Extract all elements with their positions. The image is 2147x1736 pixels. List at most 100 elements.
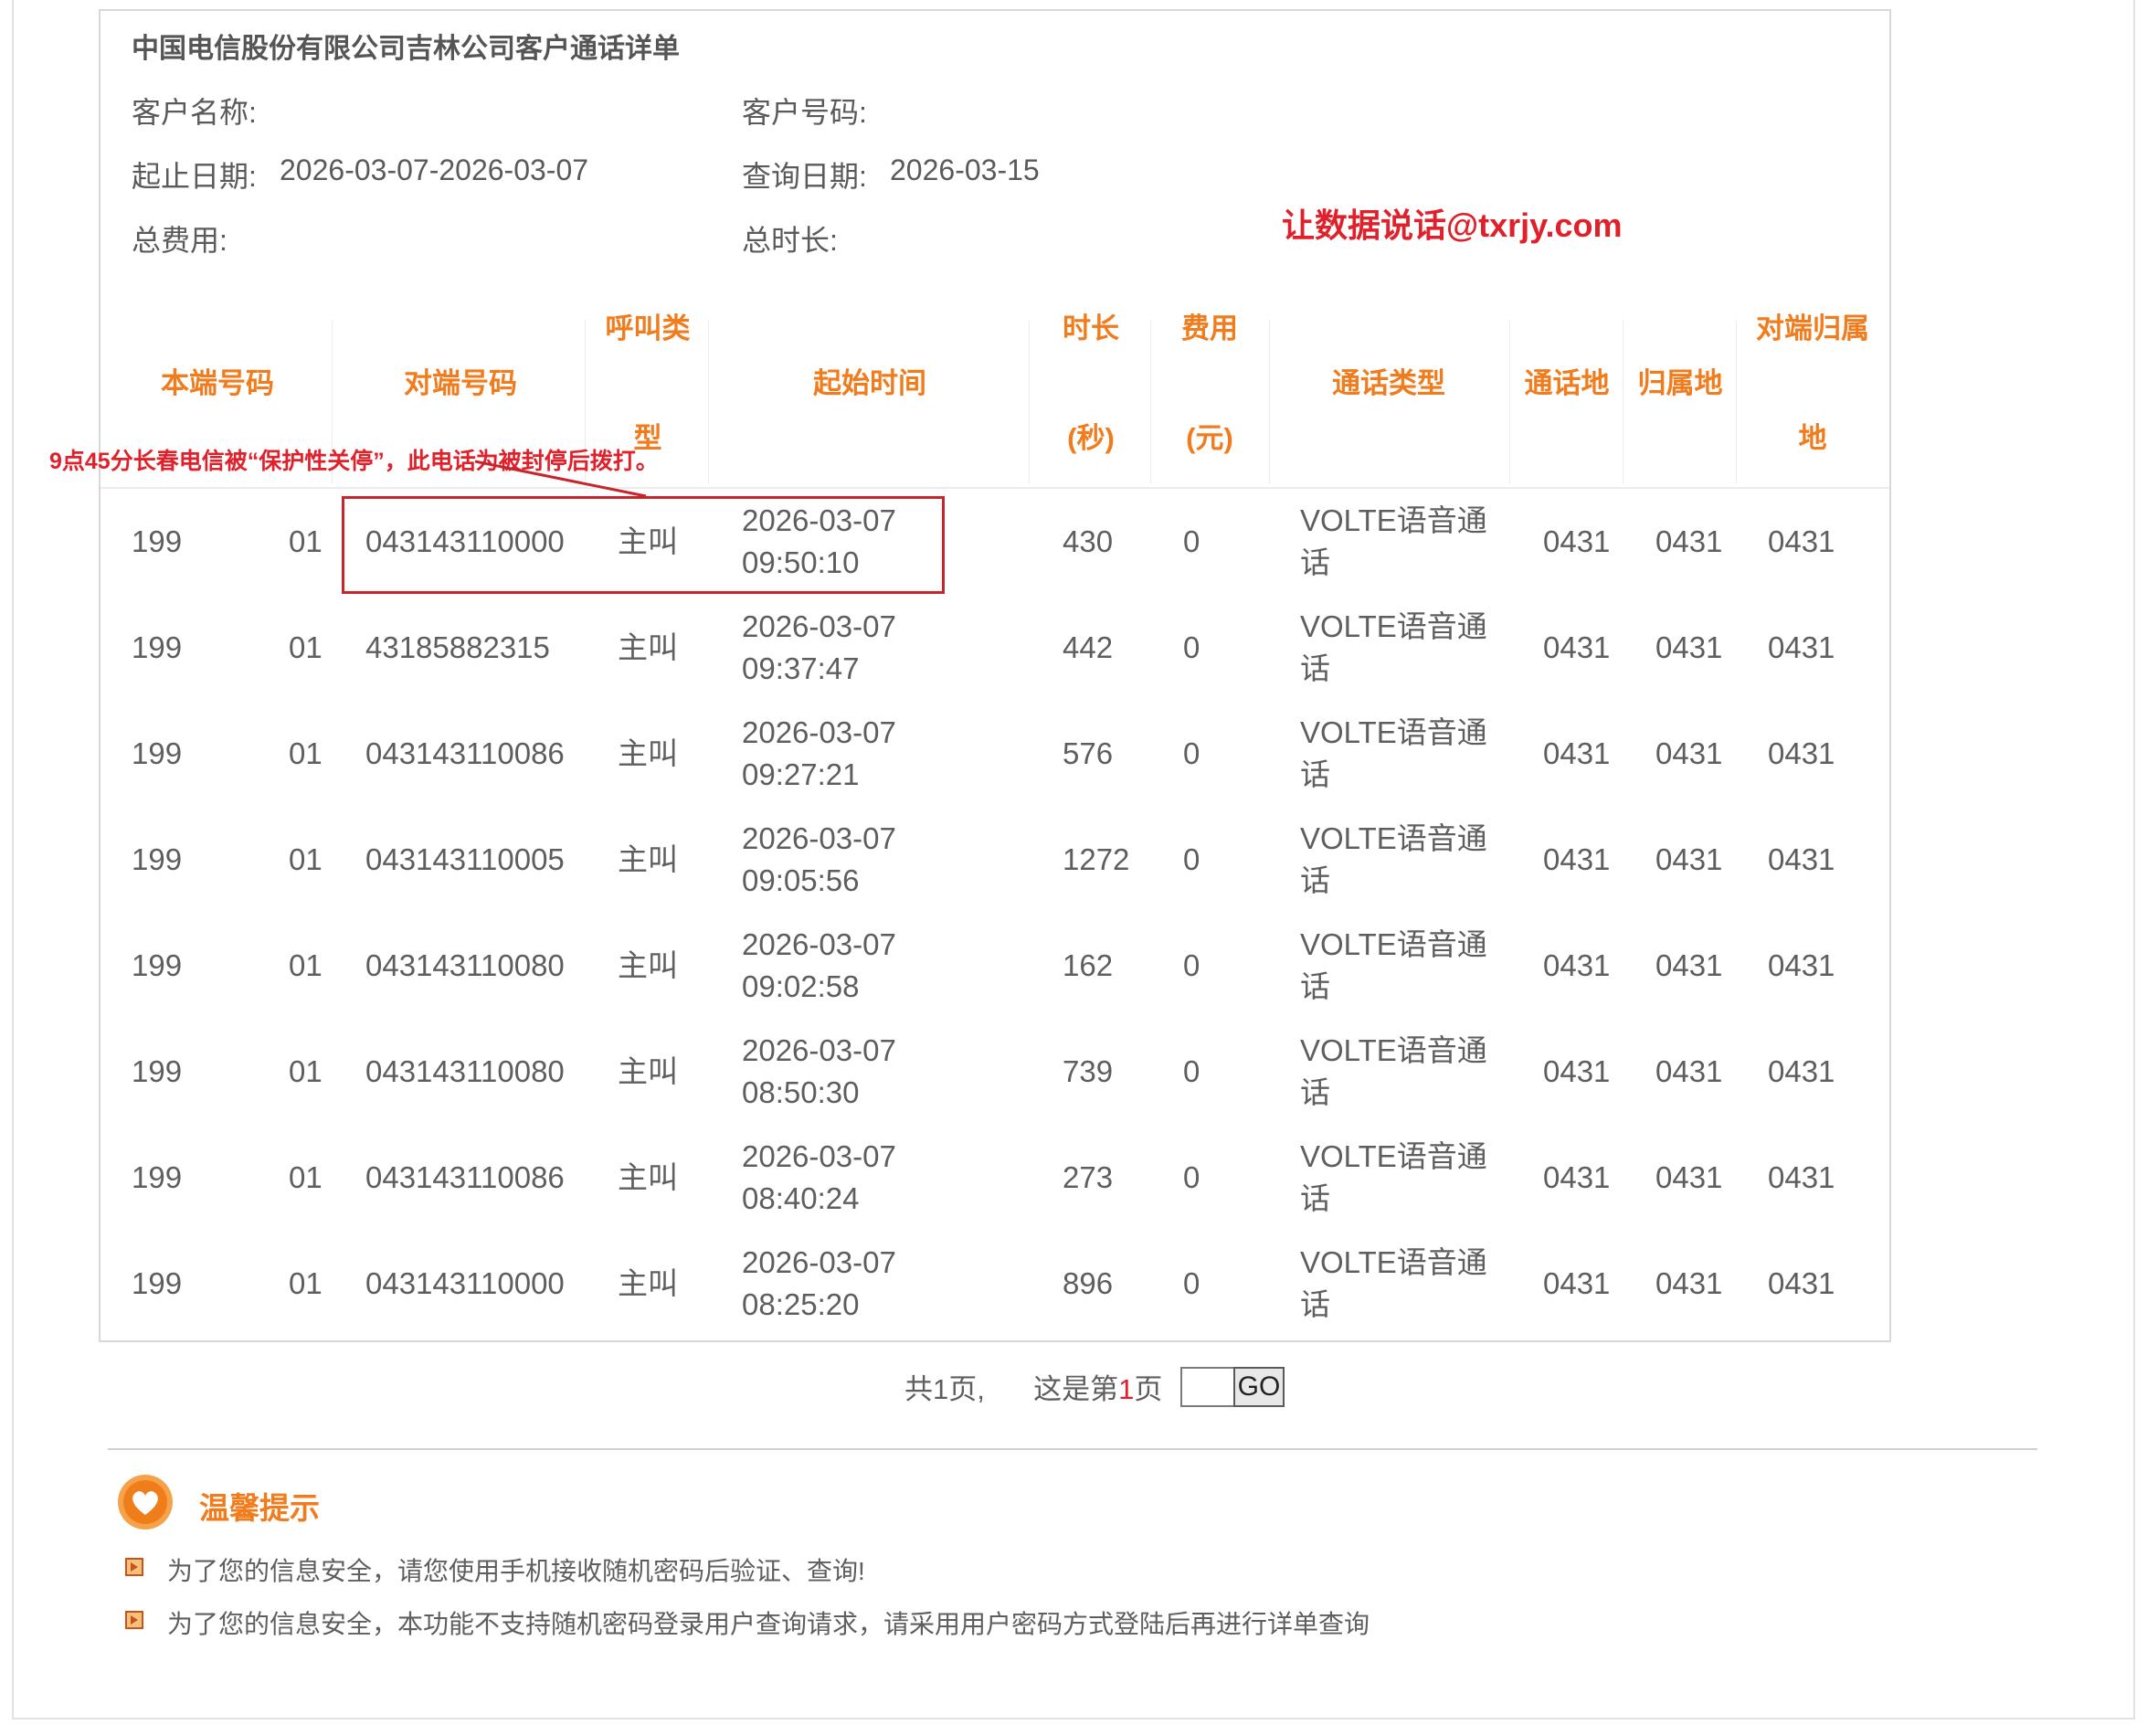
call-category: VOLTE语音通 xyxy=(1300,1139,1487,1173)
call-category-cont: 话 xyxy=(1300,545,1330,579)
table-row: 199 01 043143110005 主叫 2026-03-07 09:05:… xyxy=(0,807,2147,913)
page-number-input[interactable] xyxy=(1180,1367,1233,1407)
table-row: 199 01 043143110080 主叫 2026-03-07 09:02:… xyxy=(0,913,2147,1019)
column-divider xyxy=(1029,320,1030,484)
home-location: 0431 xyxy=(1655,736,1723,770)
call-type: 主叫 xyxy=(618,1160,678,1194)
peer-number: 43185882315 xyxy=(365,630,550,664)
start-time: 08:25:20 xyxy=(742,1287,860,1321)
call-category-cont: 话 xyxy=(1300,1287,1330,1321)
home-location: 0431 xyxy=(1655,630,1723,664)
col-header-start-time: 起始时间 xyxy=(813,367,926,399)
local-number-prefix: 199 xyxy=(132,1266,183,1300)
call-category: VOLTE语音通 xyxy=(1300,715,1487,749)
local-number-suffix: 01 xyxy=(289,524,323,558)
local-number-suffix: 01 xyxy=(289,948,323,982)
start-date: 2026-03-07 xyxy=(742,927,896,961)
call-type: 主叫 xyxy=(618,948,678,982)
table-row: 199 01 043143110086 主叫 2026-03-07 08:40:… xyxy=(0,1125,2147,1231)
fee: 0 xyxy=(1183,524,1200,558)
duration: 273 xyxy=(1063,1160,1114,1194)
local-number-prefix: 199 xyxy=(132,1160,183,1194)
duration: 896 xyxy=(1063,1266,1114,1300)
call-location: 0431 xyxy=(1543,842,1611,876)
pager-current-suffix: 页 xyxy=(1134,1373,1163,1405)
annotation-note: 9点45分长春电信被“保护性关停”，此电话为被封停后拨打。 xyxy=(49,449,659,474)
column-divider xyxy=(1269,320,1270,484)
local-number-prefix: 199 xyxy=(132,524,183,558)
col-header-peer-home-cont: 地 xyxy=(1798,422,1827,454)
local-number-prefix: 199 xyxy=(132,842,183,876)
start-time: 09:27:21 xyxy=(742,757,860,791)
duration: 162 xyxy=(1063,948,1114,982)
fee: 0 xyxy=(1183,842,1200,876)
duration: 430 xyxy=(1063,524,1114,558)
col-header-local-number: 本端号码 xyxy=(161,367,274,399)
query-date-label: 查询日期: xyxy=(742,160,867,193)
home-location: 0431 xyxy=(1655,1054,1723,1088)
home-location: 0431 xyxy=(1655,1266,1723,1300)
table-row: 199 01 043143110086 主叫 2026-03-07 09:27:… xyxy=(0,701,2147,807)
fee: 0 xyxy=(1183,630,1200,664)
table-row: 199 01 043143110080 主叫 2026-03-07 08:50:… xyxy=(0,1019,2147,1125)
start-date: 2026-03-07 xyxy=(742,715,896,749)
section-divider xyxy=(108,1448,2037,1450)
call-category: VOLTE语音通 xyxy=(1300,609,1487,643)
local-number-suffix: 01 xyxy=(289,1160,323,1194)
customer-number-label: 客户号码: xyxy=(742,96,867,129)
table-row: 199 01 043143110000 主叫 2026-03-07 08:25:… xyxy=(0,1231,2147,1337)
start-time: 09:05:56 xyxy=(742,863,860,897)
start-date: 2026-03-07 xyxy=(742,1245,896,1279)
heart-icon xyxy=(118,1475,173,1530)
home-location: 0431 xyxy=(1655,524,1723,558)
date-range-label: 起止日期: xyxy=(132,160,257,193)
call-location: 0431 xyxy=(1543,524,1611,558)
annotation-highlight-box xyxy=(342,496,945,594)
col-header-fee: 费用 xyxy=(1181,312,1238,344)
col-header-duration-unit: (秒) xyxy=(1067,422,1115,454)
start-time: 09:37:47 xyxy=(742,651,860,685)
column-divider xyxy=(1150,320,1151,484)
peer-number: 043143110080 xyxy=(365,948,565,982)
call-category-cont: 话 xyxy=(1300,863,1330,897)
start-time: 08:50:30 xyxy=(742,1075,860,1109)
local-number-suffix: 01 xyxy=(289,630,323,664)
column-divider xyxy=(1736,320,1737,484)
call-type: 主叫 xyxy=(618,842,678,876)
fee: 0 xyxy=(1183,948,1200,982)
date-range-value: 2026-03-07-2026-03-07 xyxy=(280,153,589,186)
total-fee-label: 总费用: xyxy=(132,224,227,257)
start-date: 2026-03-07 xyxy=(742,609,896,643)
duration: 1272 xyxy=(1063,842,1130,876)
col-header-peer-number: 对端号码 xyxy=(404,367,517,399)
bill-title: 中国电信股份有限公司吉林公司客户通话详单 xyxy=(132,34,680,64)
tips-title: 温馨提示 xyxy=(199,1491,320,1525)
call-category: VOLTE语音通 xyxy=(1300,503,1487,537)
call-location: 0431 xyxy=(1543,736,1611,770)
tip-text: 为了您的信息安全，请您使用手机接收随机密码后验证、查询! xyxy=(167,1557,865,1585)
col-header-home-location: 归属地 xyxy=(1637,367,1723,399)
local-number-suffix: 01 xyxy=(289,1266,323,1300)
call-type: 主叫 xyxy=(618,736,678,770)
peer-home-location: 0431 xyxy=(1768,842,1835,876)
peer-home-location: 0431 xyxy=(1768,1160,1835,1194)
call-location: 0431 xyxy=(1543,1160,1611,1194)
go-button[interactable]: GO xyxy=(1233,1367,1285,1407)
column-divider xyxy=(1509,320,1510,484)
call-type: 主叫 xyxy=(618,1266,678,1300)
local-number-prefix: 199 xyxy=(132,736,183,770)
peer-number: 043143110080 xyxy=(365,1054,565,1088)
peer-number: 043143110086 xyxy=(365,736,565,770)
local-number-prefix: 199 xyxy=(132,1054,183,1088)
home-location: 0431 xyxy=(1655,842,1723,876)
call-category: VOLTE语音通 xyxy=(1300,1245,1487,1279)
call-type: 主叫 xyxy=(618,630,678,664)
local-number-prefix: 199 xyxy=(132,630,183,664)
local-number-suffix: 01 xyxy=(289,736,323,770)
col-header-call-location: 通话地 xyxy=(1524,367,1610,399)
customer-name-label: 客户名称: xyxy=(132,96,257,129)
query-date-value: 2026-03-15 xyxy=(890,153,1040,186)
watermark: 让数据说话@txrjy.com xyxy=(1282,206,1623,244)
tip-text: 为了您的信息安全，本功能不支持随机密码登录用户查询请求，请采用用户密码方式登陆后… xyxy=(167,1610,1370,1638)
pager-text: 共1页, 这是第1页 xyxy=(904,1366,1162,1407)
